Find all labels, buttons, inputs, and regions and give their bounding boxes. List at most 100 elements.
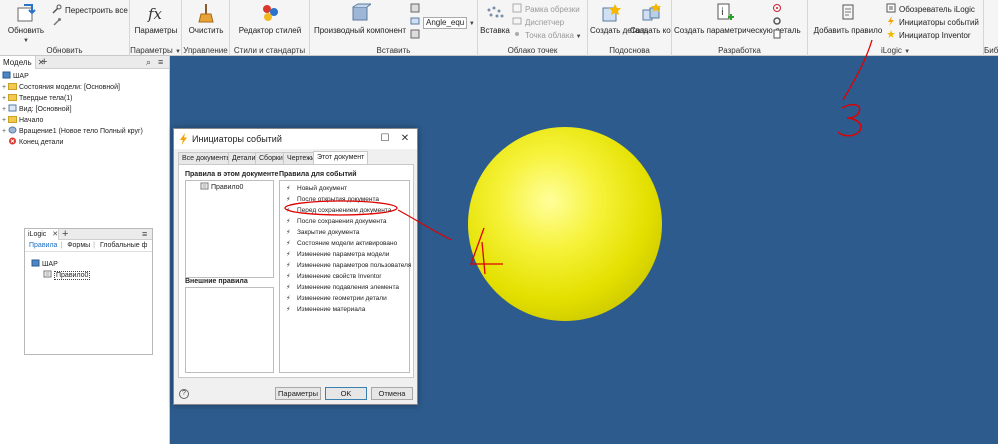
tree-item-root[interactable]: ШАР (0, 71, 169, 82)
close-icon[interactable]: ✕ (395, 129, 415, 149)
event-item[interactable]: ⚡ Состояние модели активировано (280, 238, 409, 249)
crop-icon (512, 3, 522, 13)
ilogic-root[interactable]: ШАР (25, 259, 152, 270)
dispatcher-button[interactable]: Диспетчер (512, 16, 564, 28)
event-item[interactable]: ⚡ Изменение параметра модели (280, 249, 409, 260)
dev-small-button-3[interactable] (772, 29, 785, 41)
subtab-global-forms[interactable]: Глобальные ф (100, 242, 147, 249)
dispatcher-icon (512, 17, 522, 25)
small-tool-button[interactable] (52, 17, 65, 29)
event-item[interactable]: ⚡ Изменение параметров пользователя (280, 260, 411, 271)
external-rules-list[interactable] (185, 287, 274, 373)
add-tab-icon[interactable]: + (62, 229, 68, 240)
purge-button[interactable]: Очистить (184, 2, 228, 35)
event-item[interactable]: ⚡ Новый документ (280, 183, 409, 194)
event-item[interactable]: ⚡ Изменение свойств Inventor (280, 271, 409, 282)
ribbon-group-library: Биб (984, 0, 998, 56)
rule-icon (43, 270, 52, 278)
help-icon[interactable]: ? (179, 389, 189, 399)
tab-model[interactable]: Модель ✕ (0, 56, 44, 69)
group-title-library: Биб (984, 46, 998, 55)
create-components-button[interactable]: Создать компоненты (630, 2, 671, 35)
dropdown-arrow-icon[interactable]: ▼ (23, 38, 29, 44)
ilogic-rule[interactable]: Правило0 (25, 270, 152, 281)
cloud-point-button[interactable]: Точка облака ▼ (512, 29, 582, 41)
cloud-point-icon (515, 32, 519, 36)
ilogic-browser-button[interactable]: Обозреватель iLogic (886, 3, 975, 15)
insert-small-icon (410, 3, 420, 13)
refresh-button[interactable]: Обновить ▼ (4, 2, 48, 46)
angle-dropdown[interactable]: Angle_equ ▼ (410, 16, 475, 29)
ok-button[interactable]: OK (325, 387, 367, 400)
derived-component-button[interactable]: Производный компонент (312, 2, 408, 35)
lightning-icon: ⚡ (286, 196, 291, 203)
gear-icon (773, 17, 781, 25)
group-title-update: Обновить (46, 46, 83, 55)
dropdown-arrow-icon[interactable]: ▼ (467, 21, 475, 27)
sphere-model[interactable] (468, 127, 662, 321)
tree-item-origin[interactable]: + Начало (0, 115, 169, 126)
inventor-triggers-button[interactable]: Инициатор Inventor (886, 29, 971, 41)
close-icon[interactable]: ✕ (52, 231, 58, 238)
events-list[interactable]: ⚡ Новый документ ⚡ После открытия документ… (279, 180, 411, 373)
dropdown-arrow-icon[interactable]: ▼ (904, 49, 910, 55)
create-param-part-button[interactable]: i Создать параметрическую деталь (674, 2, 801, 35)
dev-small-button-1[interactable] (772, 3, 785, 15)
event-item-highlighted[interactable]: ⚡ Перед сохранением документа (280, 205, 409, 216)
lightning-icon: ⚡ (286, 306, 291, 313)
ribbon-group-ilogic: Добавить правило Обозреватель iLogic Ини… (808, 0, 984, 56)
dropdown-arrow-icon[interactable]: ▼ (175, 49, 181, 55)
broom-icon (198, 4, 214, 23)
tab-all-documents[interactable]: Все документы (178, 152, 236, 164)
style-editor-button[interactable]: Редактор стилей (232, 2, 308, 35)
crop-box-button[interactable]: Рамка обрезки (512, 3, 580, 15)
menu-icon[interactable]: ≡ (142, 229, 147, 240)
subtab-forms[interactable]: Формы (67, 242, 90, 249)
ilogic-tabbar: iLogic ✕ + ≡ (25, 229, 152, 240)
event-item[interactable]: ⚡ Изменение геометрии детали (280, 293, 409, 304)
part-icon (31, 259, 40, 267)
parameters-button[interactable]: Параметры (275, 387, 321, 400)
event-triggers-button[interactable]: Инициаторы событий (886, 16, 979, 28)
event-item[interactable]: ⚡ После открытия документа (280, 194, 409, 205)
event-item[interactable]: ⚡ Изменение материала (280, 304, 409, 315)
event-item[interactable]: ⚡ После сохранения документа (280, 216, 409, 227)
add-rule-button[interactable]: Добавить правило (812, 2, 884, 35)
dropdown-arrow-icon[interactable]: ▼ (574, 34, 582, 40)
lightning-icon: ⚡ (286, 207, 291, 214)
target-icon (773, 4, 781, 12)
part-icon (2, 71, 11, 79)
info-plus-icon: i (717, 3, 734, 20)
event-item[interactable]: ⚡ Закрытие документа (280, 227, 409, 238)
create-part-button[interactable]: Создать деталь (590, 2, 648, 35)
tree-item-solid-bodies[interactable]: + Твердые тела(1) (0, 93, 169, 104)
rebuild-all-button[interactable]: Перестроить все (52, 4, 128, 16)
ribbon-group-styles: Редактор стилей Стили и стандарты (230, 0, 310, 56)
view-icon (8, 104, 17, 112)
tree-item-revolve[interactable]: + Вращение1 (Новое тело Полный круг) (0, 126, 169, 137)
parameters-button[interactable]: fx Параметры (132, 2, 180, 35)
tree-item-end-of-part[interactable]: Конец детали (0, 137, 169, 148)
rules-in-document-list[interactable]: Правило0 (185, 180, 274, 278)
tree-item-model-states[interactable]: + Состояния модели: [Основной] (0, 82, 169, 93)
add-tab-icon[interactable]: + (41, 56, 47, 69)
lightning-icon: ⚡ (286, 229, 291, 236)
search-icon[interactable]: ⌕ (146, 56, 151, 69)
event-item[interactable]: ⚡ Изменение подавления элемента (280, 282, 409, 293)
tab-ilogic[interactable]: iLogic ✕ (25, 229, 59, 240)
maximize-icon[interactable]: ☐ (375, 129, 395, 149)
insert-cloud-button[interactable]: Вставка (480, 2, 510, 35)
insert-small-button-2[interactable] (410, 29, 423, 41)
rule-item[interactable]: Правило0 (186, 181, 273, 192)
group-title-ilogic: iLogic ▼ (880, 46, 911, 55)
dev-small-button-2[interactable] (772, 16, 785, 28)
insert-small-button-1[interactable] (410, 3, 423, 15)
tree-item-view[interactable]: + Вид: [Основной] (0, 104, 169, 115)
folder-icon (8, 83, 17, 90)
menu-icon[interactable]: ≡ (158, 56, 163, 69)
tab-this-document[interactable]: Этот документ (313, 151, 369, 164)
ribbon-group-point-cloud: Вставка Рамка обрезки Диспетчер Точка об… (478, 0, 588, 56)
cancel-button[interactable]: Отмена (371, 387, 413, 400)
subtab-rules[interactable]: Правила (29, 242, 57, 249)
lightning-icon (888, 16, 894, 26)
